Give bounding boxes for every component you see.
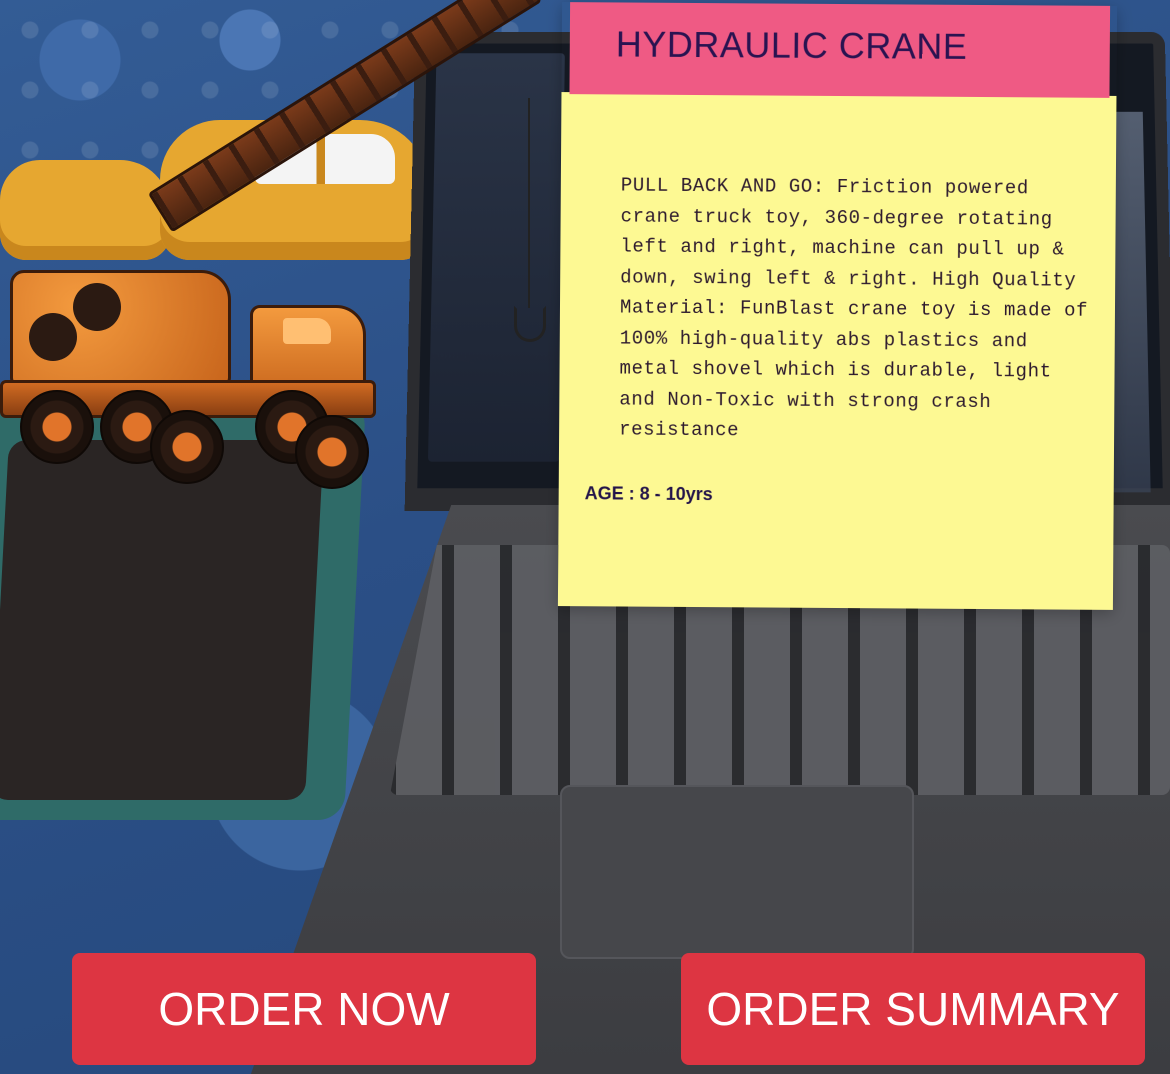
product-card-header: HYDRAULIC CRANE	[569, 2, 1110, 98]
crane-wheel-icon	[295, 415, 369, 489]
crane-hook-icon	[514, 306, 546, 342]
crane-wheel-icon	[150, 410, 224, 484]
crane-cable	[528, 98, 530, 308]
product-description: PULL BACK AND GO: Friction powered crane…	[619, 170, 1101, 448]
product-title: HYDRAULIC CRANE	[616, 24, 1110, 67]
ar-camera-view: PULL BACK AND GO: Friction powered crane…	[0, 0, 1170, 1074]
product-info-card: PULL BACK AND GO: Friction powered crane…	[558, 2, 1117, 610]
crane-body	[10, 270, 231, 386]
background-laptop-trackpad	[560, 785, 914, 959]
order-now-button[interactable]: ORDER NOW	[72, 953, 536, 1065]
product-card-body: PULL BACK AND GO: Friction powered crane…	[558, 92, 1117, 610]
order-summary-button[interactable]: ORDER SUMMARY	[681, 953, 1145, 1065]
product-age-range: AGE : 8 - 10yrs	[585, 483, 713, 505]
crane-model-icon[interactable]	[0, 80, 560, 480]
crane-wheel-icon	[20, 390, 94, 464]
